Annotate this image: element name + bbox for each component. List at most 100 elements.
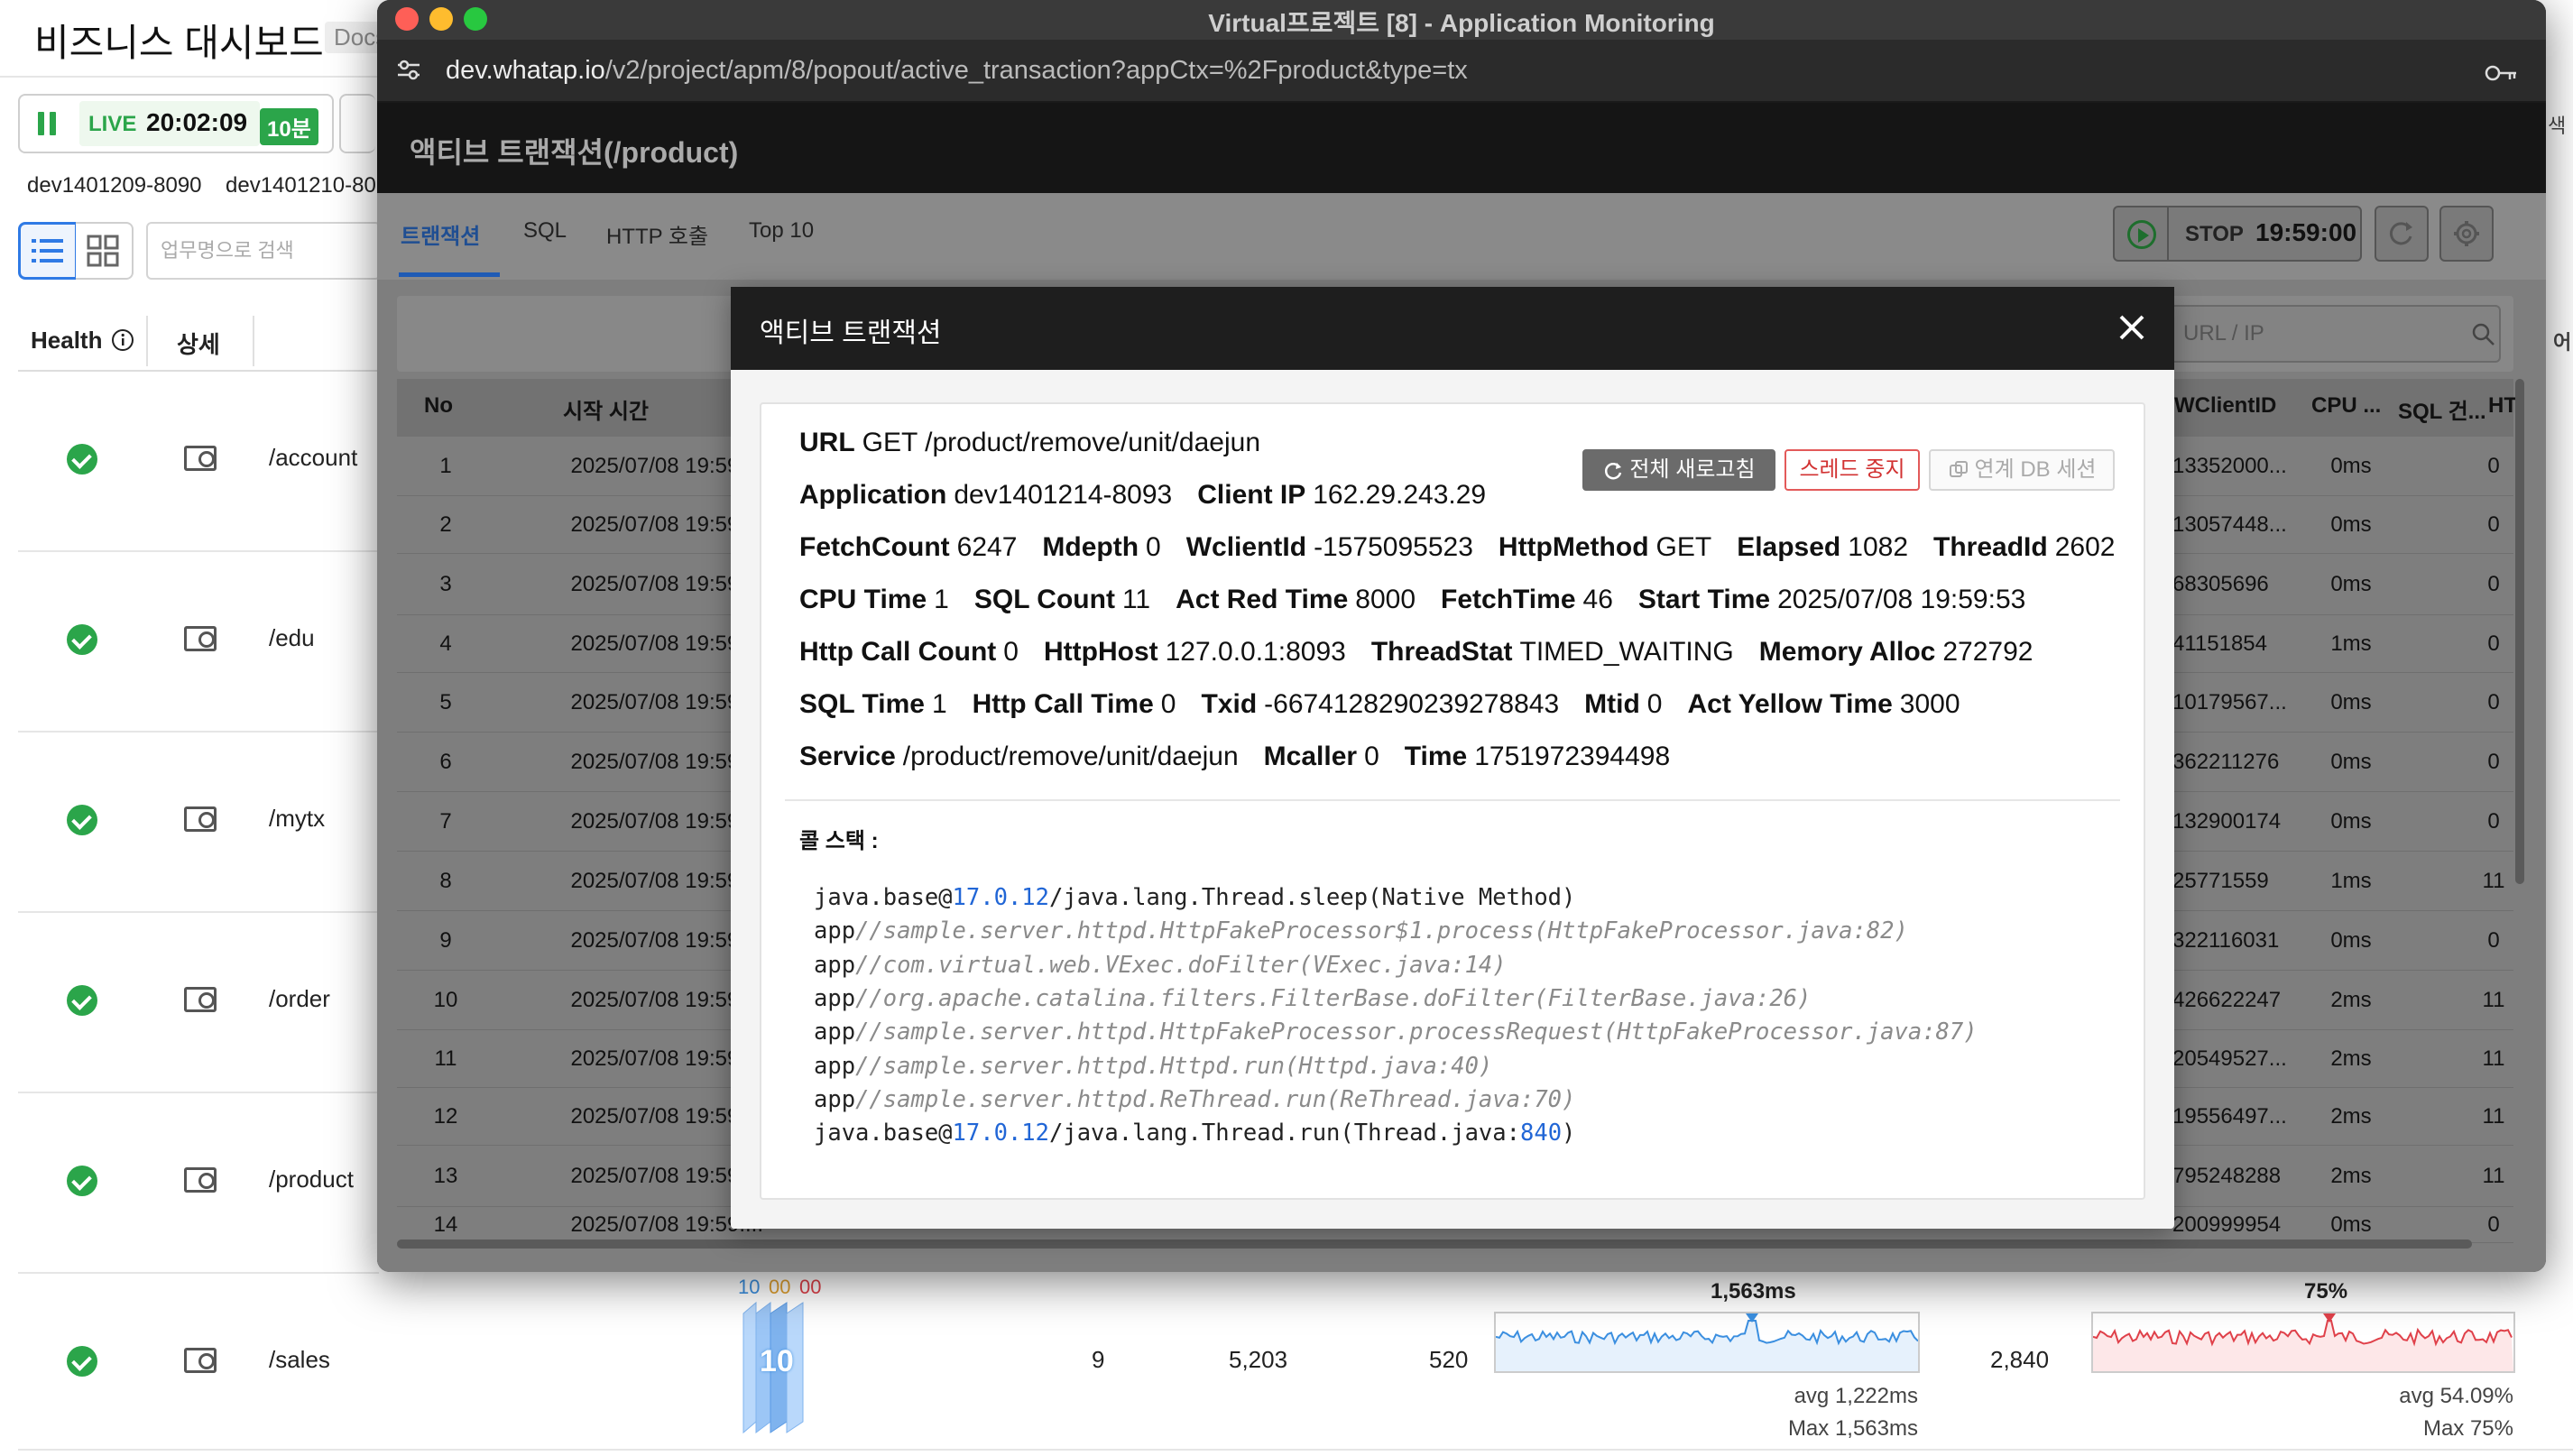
stack-end: ) bbox=[1562, 1120, 1576, 1147]
stack-module: app bbox=[814, 1052, 856, 1080]
col-cpu[interactable]: CPU ... bbox=[2311, 393, 2381, 419]
agent-tab-2[interactable]: dev1401210-80 bbox=[226, 173, 376, 198]
stack-line-number: 840 bbox=[1519, 1120, 1563, 1147]
cell-cpu: 0ms bbox=[2330, 454, 2372, 478]
linked-db-session-button[interactable]: 연계 DB 세션 bbox=[1929, 449, 2115, 491]
pause-icon[interactable] bbox=[38, 112, 58, 135]
field-line: SQL Time 1 Http Call Time 0 Txid -66741282902… bbox=[799, 689, 1986, 720]
col-wclientid[interactable]: WClientID bbox=[2174, 393, 2276, 419]
stack-count-slow: 00 bbox=[769, 1276, 791, 1298]
cell-sql-count: 0 bbox=[2487, 454, 2500, 478]
stack-method: //org.apache.catalina.filters.FilterBase… bbox=[855, 984, 1812, 1012]
field-key: Act Yellow Time bbox=[1687, 689, 1893, 719]
detail-view-icon[interactable] bbox=[184, 1167, 217, 1193]
row-url[interactable]: /edu bbox=[269, 624, 315, 652]
row-url[interactable]: /product bbox=[269, 1166, 354, 1193]
live-extra-button[interactable] bbox=[339, 94, 375, 153]
refresh-all-label: 전체 새로고침 bbox=[1629, 457, 1756, 482]
site-settings-icon[interactable] bbox=[395, 56, 422, 83]
field-value: 2602 bbox=[2054, 532, 2116, 562]
col-no[interactable]: No bbox=[424, 393, 453, 419]
stack-method: //sample.server.httpd.ReThread.run(ReThr… bbox=[855, 1085, 1576, 1113]
url-text[interactable]: dev.whatap.io/v2/project/apm/8/popout/ac… bbox=[446, 56, 1468, 86]
sales-total: 5,203 bbox=[1229, 1346, 1288, 1373]
cell-wclientid: 20549527... bbox=[2172, 1046, 2287, 1071]
col-start-time[interactable]: 시작 시간 bbox=[563, 393, 649, 425]
row-url[interactable]: /account bbox=[269, 444, 357, 472]
modal-title: 액티브 트랜잭션 bbox=[760, 318, 942, 348]
link-icon bbox=[1949, 461, 1968, 477]
field-value: GET bbox=[1655, 532, 1712, 562]
stack-method: /java.lang.Thread.run(Thread.java: bbox=[1049, 1120, 1520, 1147]
cell-cpu: 0ms bbox=[2330, 928, 2372, 953]
grid-view-button[interactable] bbox=[76, 222, 134, 280]
active-tab-indicator bbox=[399, 272, 500, 277]
cell-wclientid: 13352000... bbox=[2172, 454, 2287, 478]
field-key: WclientId bbox=[1185, 532, 1307, 562]
row-url[interactable]: /sales bbox=[269, 1346, 330, 1374]
field-line: URL GET /product/remove/unit/daejun bbox=[799, 428, 1286, 458]
close-icon[interactable] bbox=[2116, 312, 2147, 343]
play-icon[interactable] bbox=[2127, 220, 2156, 249]
job-search-input[interactable]: 업무명으로 검색 bbox=[146, 222, 381, 280]
gear-icon bbox=[2454, 221, 2479, 246]
cell-wclientid: 426622247 bbox=[2172, 988, 2282, 1012]
url-ip-filter-input[interactable]: URL / IP bbox=[2163, 305, 2501, 363]
cell-start-time: 2025/07/08 19:59:... bbox=[570, 988, 763, 1012]
right-edge-label: 색 bbox=[2548, 115, 2567, 137]
detail-view-icon[interactable] bbox=[184, 1348, 217, 1373]
list-view-button[interactable] bbox=[18, 222, 78, 280]
cell-cpu: 2ms bbox=[2330, 1104, 2372, 1129]
stop-thread-button[interactable]: 스레드 중지 bbox=[1784, 449, 1920, 491]
tab-top10[interactable]: Top 10 bbox=[749, 218, 814, 244]
field-line: Application dev1401214-8093 Client IP 162.2… bbox=[799, 480, 1511, 511]
vertical-scrollbar[interactable] bbox=[2515, 379, 2524, 884]
health-label: Health bbox=[31, 327, 103, 354]
field-value: -1575095523 bbox=[1314, 532, 1473, 562]
refresh-button[interactable] bbox=[2375, 206, 2429, 262]
stack-frame: app//sample.server.httpd.ReThread.run(Re… bbox=[814, 1086, 1575, 1113]
stack-method: /java.lang.Thread.sleep(Native Method) bbox=[1049, 884, 1576, 911]
refresh-all-button[interactable]: 전체 새로고침 bbox=[1582, 449, 1775, 491]
live-range-badge[interactable]: 10분 bbox=[260, 108, 318, 145]
detail-view-icon[interactable] bbox=[184, 446, 217, 471]
cell-cpu: 0ms bbox=[2330, 690, 2372, 714]
cell-no: 13 bbox=[433, 1164, 458, 1188]
cell-cpu: 2ms bbox=[2330, 1164, 2372, 1188]
field-value: GET /product/remove/unit/daejun bbox=[862, 428, 1261, 457]
col-http[interactable]: HT bbox=[2488, 393, 2517, 419]
settings-button[interactable] bbox=[2439, 206, 2494, 262]
field-key: Mtid bbox=[1584, 689, 1640, 719]
agent-tab-1[interactable]: dev1401209-8090 bbox=[27, 173, 202, 198]
col-sql-count[interactable]: SQL 건... bbox=[2398, 393, 2486, 425]
horizontal-scrollbar[interactable] bbox=[397, 1239, 2472, 1249]
row-url[interactable]: /order bbox=[269, 985, 330, 1013]
stack-frame: app//com.virtual.web.VExec.doFilter(VExe… bbox=[814, 952, 1507, 979]
cell-sql-count: 11 bbox=[2482, 1104, 2505, 1129]
stop-label: STOP bbox=[2185, 222, 2244, 246]
detail-view-icon[interactable] bbox=[184, 806, 217, 832]
tab-http-call[interactable]: HTTP 호출 bbox=[606, 218, 708, 250]
detail-view-icon[interactable] bbox=[184, 987, 217, 1012]
stop-time: 19:59:00 bbox=[2255, 218, 2357, 246]
response-peak-label: 1,563ms bbox=[1711, 1279, 1796, 1304]
key-icon[interactable] bbox=[2483, 61, 2519, 85]
cell-wclientid: 25771559 bbox=[2172, 869, 2269, 893]
cell-wclientid: 10179567... bbox=[2172, 690, 2287, 714]
cell-sql-count: 11 bbox=[2482, 988, 2505, 1012]
field-key: SQL Count bbox=[973, 585, 1115, 614]
stack-version: 17.0.12 bbox=[952, 1120, 1049, 1147]
detail-view-icon[interactable] bbox=[184, 626, 217, 651]
field-key: Application bbox=[799, 480, 947, 510]
tab-transaction[interactable]: 트랜잭션 bbox=[401, 218, 480, 250]
info-icon[interactable] bbox=[111, 328, 134, 352]
cell-no: 11 bbox=[434, 1046, 457, 1071]
cell-sql-count: 0 bbox=[2487, 750, 2500, 774]
cell-sql-count: 0 bbox=[2487, 572, 2500, 596]
search-icon[interactable] bbox=[2470, 321, 2497, 348]
tab-sql[interactable]: SQL bbox=[523, 218, 567, 244]
stack-module: app bbox=[814, 984, 856, 1012]
row-url[interactable]: /mytx bbox=[269, 805, 325, 833]
cell-no: 3 bbox=[439, 572, 452, 596]
field-line: Http Call Count 0 HttpHost 127.0.0.1:8093 Th… bbox=[799, 637, 2058, 668]
